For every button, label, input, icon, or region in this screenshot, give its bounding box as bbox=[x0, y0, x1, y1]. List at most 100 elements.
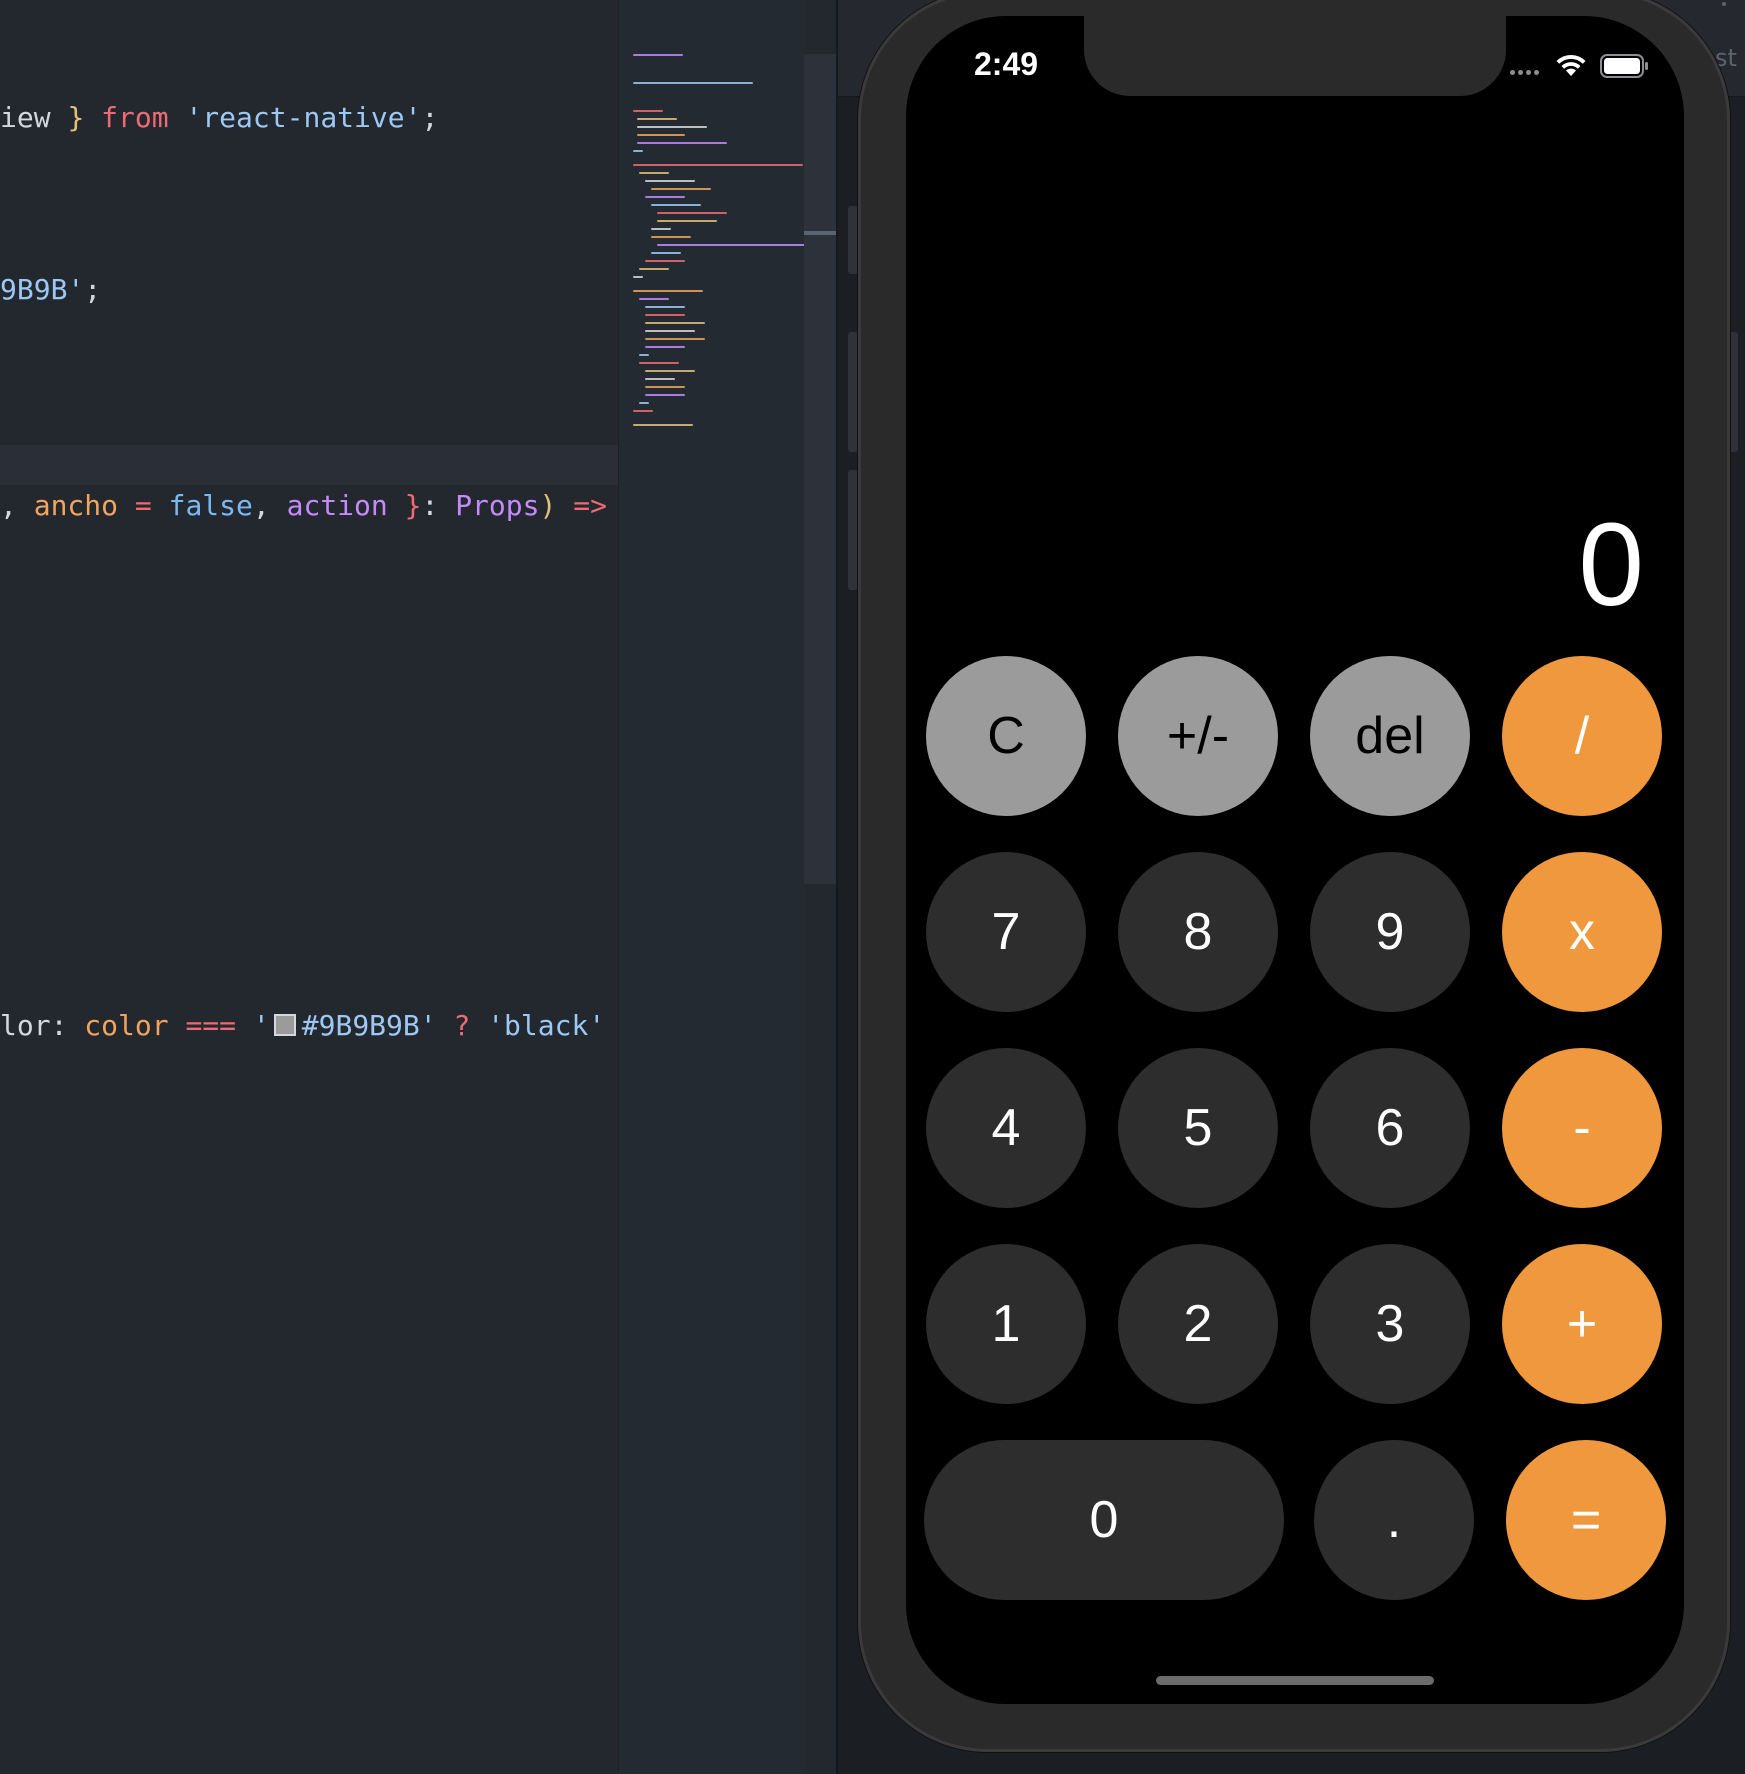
code-token: , bbox=[0, 489, 34, 522]
minimap-line bbox=[645, 314, 685, 316]
digit-8-button[interactable]: 8 bbox=[1118, 852, 1278, 1012]
minimap-line bbox=[651, 236, 691, 238]
minimap-line bbox=[639, 402, 649, 404]
wifi-icon bbox=[1556, 54, 1586, 76]
digit-0-button-label: 0 bbox=[1089, 1491, 1119, 1549]
code-token: ? bbox=[436, 1009, 488, 1042]
toggle-sign-button-label: +/- bbox=[1166, 707, 1230, 765]
digit-1-button[interactable]: 1 bbox=[926, 1244, 1086, 1404]
code-line-color-const[interactable]: 9B9B'; bbox=[0, 270, 101, 310]
code-line-text-color[interactable]: lor: color === ' #9B9B9B' ? 'black' bbox=[0, 1006, 605, 1046]
minimap-line bbox=[645, 386, 685, 388]
code-token: 9B9B' bbox=[0, 273, 85, 306]
editor-scrollbar[interactable] bbox=[804, 54, 836, 884]
code-token: color bbox=[84, 1009, 169, 1042]
minimap-line bbox=[651, 188, 711, 190]
digit-5-button[interactable]: 5 bbox=[1118, 1048, 1278, 1208]
digit-0-button[interactable]: 0 bbox=[924, 1440, 1284, 1600]
minimap-line bbox=[633, 110, 663, 112]
digit-4-button-label: 4 bbox=[991, 1099, 1021, 1157]
digit-2-button[interactable]: 2 bbox=[1118, 1244, 1278, 1404]
digit-1-button-label: 1 bbox=[991, 1295, 1021, 1353]
minimap-line bbox=[633, 82, 753, 84]
minimap-line bbox=[633, 290, 703, 292]
code-token: 'react-native' bbox=[185, 101, 422, 134]
code-token: ) bbox=[539, 489, 557, 522]
minimap-line bbox=[639, 298, 669, 300]
digit-8-button-label: 8 bbox=[1183, 903, 1213, 961]
code-token: => bbox=[556, 489, 607, 522]
code-token: false bbox=[168, 489, 253, 522]
code-line-component-signature[interactable]: , ancho = false, action }: Props) => bbox=[0, 486, 607, 526]
code-editor[interactable]: iew } from 'react-native'; 9B9B'; , anch… bbox=[0, 0, 618, 1774]
phone-volume-up-button[interactable] bbox=[848, 332, 858, 452]
delete-button[interactable]: del bbox=[1310, 656, 1470, 816]
multiply-button[interactable]: x bbox=[1502, 852, 1662, 1012]
minimap-line bbox=[637, 126, 707, 128]
code-minimap[interactable] bbox=[618, 0, 805, 1774]
minimap-line bbox=[645, 322, 705, 324]
minimap-line bbox=[651, 228, 671, 230]
minimap-line bbox=[645, 330, 695, 332]
home-indicator[interactable] bbox=[1156, 1676, 1434, 1685]
minimap-line bbox=[637, 134, 685, 136]
minimap-line bbox=[645, 338, 705, 340]
equals-button[interactable]: = bbox=[1506, 1440, 1666, 1600]
phone-silent-switch[interactable] bbox=[848, 206, 858, 274]
digit-6-button-label: 6 bbox=[1375, 1099, 1405, 1157]
minimap-line bbox=[651, 252, 681, 254]
digit-4-button[interactable]: 4 bbox=[926, 1048, 1086, 1208]
delete-button-label: del bbox=[1355, 707, 1425, 765]
decimal-button[interactable]: . bbox=[1314, 1440, 1474, 1600]
code-token: : bbox=[421, 489, 456, 522]
digit-7-button[interactable]: 7 bbox=[926, 852, 1086, 1012]
code-token: ' bbox=[252, 1009, 270, 1042]
phone-screen: 2:49 0 C +/- del / 7 8 9 x 4 5 6 - 1 2 3 +0. = bbox=[906, 16, 1684, 1704]
minimap-line bbox=[645, 378, 675, 380]
minimap-line bbox=[639, 268, 669, 270]
digit-3-button-label: 3 bbox=[1375, 1295, 1405, 1353]
clear-button-label: C bbox=[987, 707, 1025, 765]
subtract-button[interactable]: - bbox=[1502, 1048, 1662, 1208]
code-token: } bbox=[404, 489, 422, 522]
digit-9-button-label: 9 bbox=[1375, 903, 1405, 961]
minimap-line bbox=[633, 424, 693, 426]
code-line-import[interactable]: iew } from 'react-native'; bbox=[0, 98, 438, 138]
color-swatch-icon[interactable] bbox=[273, 1014, 296, 1036]
minimap-line bbox=[645, 196, 685, 198]
minimap-line bbox=[645, 180, 695, 182]
digit-9-button[interactable]: 9 bbox=[1310, 852, 1470, 1012]
minimap-line bbox=[633, 164, 803, 166]
subtract-button-label: - bbox=[1573, 1099, 1591, 1157]
toggle-sign-button[interactable]: +/- bbox=[1118, 656, 1278, 816]
code-token: lor: bbox=[0, 1009, 85, 1042]
minimap-line bbox=[657, 212, 727, 214]
minimap-line bbox=[633, 150, 643, 152]
clear-button[interactable]: C bbox=[926, 656, 1086, 816]
code-token: 'black' bbox=[487, 1009, 606, 1042]
divide-button[interactable]: / bbox=[1502, 656, 1662, 816]
code-token: , bbox=[252, 489, 287, 522]
minimap-line bbox=[637, 118, 677, 120]
minimap-line bbox=[637, 142, 727, 144]
minimap-line bbox=[645, 260, 685, 262]
code-token: #9B9B9B' bbox=[301, 1009, 437, 1042]
minimap-line bbox=[633, 54, 683, 56]
editor-scrollbar-thumb[interactable] bbox=[804, 231, 836, 235]
desktop: iew } from 'react-native'; 9B9B'; , anch… bbox=[0, 0, 1745, 1774]
minimap-line bbox=[633, 276, 643, 278]
digit-5-button-label: 5 bbox=[1183, 1099, 1213, 1157]
minimap-line bbox=[639, 362, 679, 364]
minimap-line bbox=[645, 394, 685, 396]
add-button[interactable]: + bbox=[1502, 1244, 1662, 1404]
digit-3-button[interactable]: 3 bbox=[1310, 1244, 1470, 1404]
code-token: } bbox=[67, 101, 85, 134]
phone-volume-down-button[interactable] bbox=[848, 470, 858, 590]
code-token: action bbox=[286, 489, 388, 522]
toolbar-dot-icon bbox=[1722, 2, 1726, 6]
current-line-highlight bbox=[0, 445, 618, 485]
calculator-display: 0 bbox=[1578, 499, 1644, 631]
digit-6-button[interactable]: 6 bbox=[1310, 1048, 1470, 1208]
add-button-label: + bbox=[1566, 1295, 1598, 1353]
